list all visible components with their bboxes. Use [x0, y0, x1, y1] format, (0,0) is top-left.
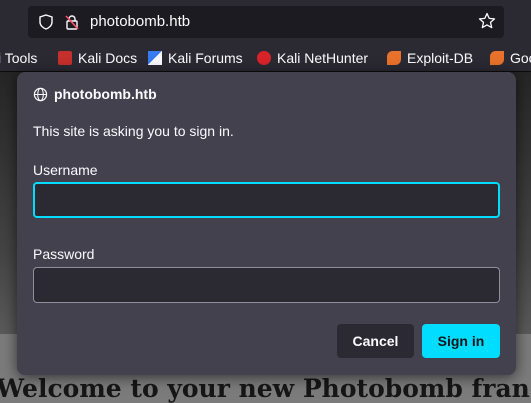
sign-in-button[interactable]: Sign in — [422, 324, 500, 358]
bookmark-kali-docs[interactable]: Kali Docs — [58, 50, 137, 66]
kali-docs-icon — [58, 51, 72, 65]
bookmark-label: Exploit-DB — [407, 50, 474, 66]
bookmark-kali-nethunter[interactable]: Kali NetHunter — [257, 50, 368, 66]
connection-not-secure-icon[interactable] — [64, 14, 80, 30]
browser-toolbar: photobomb.htb — [0, 0, 531, 44]
globe-icon — [33, 87, 48, 101]
bookmarks-toolbar: i Tools Kali Docs Kali Forums Kali NetHu… — [0, 44, 531, 72]
username-label: Username — [33, 162, 98, 178]
bookmark-label: Goo — [510, 50, 531, 66]
shield-icon[interactable] — [38, 14, 54, 30]
kali-nethunter-icon — [257, 51, 271, 65]
username-field[interactable] — [33, 182, 500, 218]
bookmark-label: Kali NetHunter — [277, 50, 369, 66]
google-icon — [490, 51, 504, 65]
bookmark-exploit-db[interactable]: Exploit-DB — [387, 50, 473, 66]
cancel-button[interactable]: Cancel — [337, 324, 414, 358]
exploit-db-icon — [387, 51, 401, 65]
password-field[interactable] — [33, 267, 500, 303]
kali-forums-icon — [148, 51, 162, 65]
dialog-site: photobomb.htb — [54, 86, 157, 102]
dialog-header: photobomb.htb — [33, 86, 157, 102]
bookmark-label: Kali Forums — [168, 50, 243, 66]
bookmark-kali-forums[interactable]: Kali Forums — [148, 50, 243, 66]
bookmark-label: Kali Docs — [78, 50, 138, 66]
bookmark-label: i Tools — [0, 50, 38, 66]
url-text[interactable]: photobomb.htb — [90, 13, 190, 30]
dialog-message: This site is asking you to sign in. — [33, 123, 234, 139]
password-label: Password — [33, 246, 95, 262]
address-bar[interactable]: photobomb.htb — [28, 6, 504, 38]
bookmark-google[interactable]: Goo — [490, 50, 531, 66]
bookmark-kali-tools[interactable]: i Tools — [0, 50, 37, 66]
auth-dialog: photobomb.htb This site is asking you to… — [17, 72, 516, 375]
bookmark-star-icon[interactable] — [478, 12, 496, 30]
